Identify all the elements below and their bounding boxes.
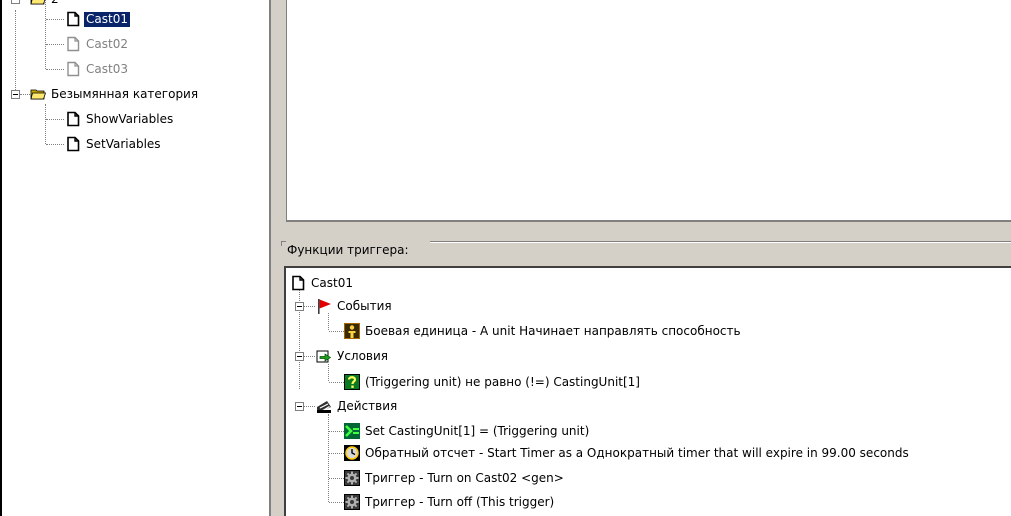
category-2-collapse-toggle[interactable] [11,0,20,4]
trigger-page-icon [65,61,81,77]
action-item-label: Set CastingUnit[1] = (Triggering unit) [365,423,590,438]
events-collapse-toggle[interactable] [295,302,304,311]
tree-item-label: Cast03 [86,61,128,76]
events-label: События [337,298,392,313]
hammer-icon [316,398,332,414]
trigger-comment-area[interactable] [286,0,1011,222]
functions-panel-title: Функции триггера: [287,243,409,257]
folder-open-icon [30,86,46,102]
function-root-label: Cast01 [311,275,353,290]
tree-item-label: Cast01 [83,10,131,28]
tree-item-cast01[interactable]: Cast01 [65,10,131,28]
conditions-label: Условия [337,348,389,363]
trigger-page-icon [65,136,81,152]
unit-event-icon [344,323,360,339]
category-2-label: 2 [49,0,61,7]
event-item-label: Боевая единица - A unit Начинает направл… [365,323,741,338]
condition-item-label: (Triggering unit) не равно (!=) CastingU… [365,374,640,389]
category-2[interactable]: 2 [30,0,61,8]
category-unnamed[interactable]: Безымянная категория [30,85,200,103]
category-unnamed-collapse-toggle[interactable] [11,90,20,99]
trigger-tree-panel: 2 Cast01 Cast02 Cast03 Безымянная катего… [0,0,271,516]
action-item[interactable]: Set CastingUnit[1] = (Triggering unit) [344,422,591,440]
trigger-functions-panel: Cast01 События Боевая единица - A unit Н… [284,266,1011,516]
tree-item-cast03[interactable]: Cast03 [65,60,130,78]
trigger-page-icon [65,111,81,127]
groupbox-frame [281,241,286,246]
category-unnamed-label: Безымянная категория [51,86,199,101]
function-root-cast01[interactable]: Cast01 [290,274,355,292]
action-item[interactable]: Триггер - Turn on Cast02 <gen> [344,469,566,487]
tree-item-label: ShowVariables [86,111,174,126]
action-item[interactable]: Триггер - Turn off (This trigger) [344,493,556,511]
actions-collapse-toggle[interactable] [295,402,304,411]
trigger-gear-icon [344,470,360,486]
actions-node[interactable]: Действия [316,397,399,415]
conditions-collapse-toggle[interactable] [295,352,304,361]
tree-item-showvariables[interactable]: ShowVariables [65,110,175,128]
tree-item-label: Cast02 [86,36,128,51]
timer-icon [344,445,360,461]
action-item-label: Триггер - Turn off (This trigger) [365,494,555,509]
tree-item-cast02[interactable]: Cast02 [65,35,130,53]
groupbox-divider [430,241,1011,243]
red-flag-icon [316,298,332,314]
events-node[interactable]: События [316,297,394,315]
set-variable-icon [344,423,360,439]
trigger-page-icon [290,275,306,291]
condition-item[interactable]: (Triggering unit) не равно (!=) CastingU… [344,373,642,391]
folder-open-icon [30,0,46,7]
action-item[interactable]: Обратный отсчет - Start Timer as a Однок… [344,444,911,462]
action-item-label: Обратный отсчет - Start Timer as a Однок… [365,445,909,460]
trigger-page-icon [65,36,81,52]
actions-label: Действия [337,398,398,413]
trigger-page-icon [65,11,81,27]
conditions-node[interactable]: Условия [316,347,390,365]
tree-item-setvariables[interactable]: SetVariables [65,135,163,153]
question-mark-icon [344,374,360,390]
tree-item-label: SetVariables [86,136,161,151]
trigger-gear-icon [344,494,360,510]
condition-arrow-icon [316,348,332,364]
action-item-label: Триггер - Turn on Cast02 <gen> [365,470,564,485]
event-item[interactable]: Боевая единица - A unit Начинает направл… [344,322,743,340]
